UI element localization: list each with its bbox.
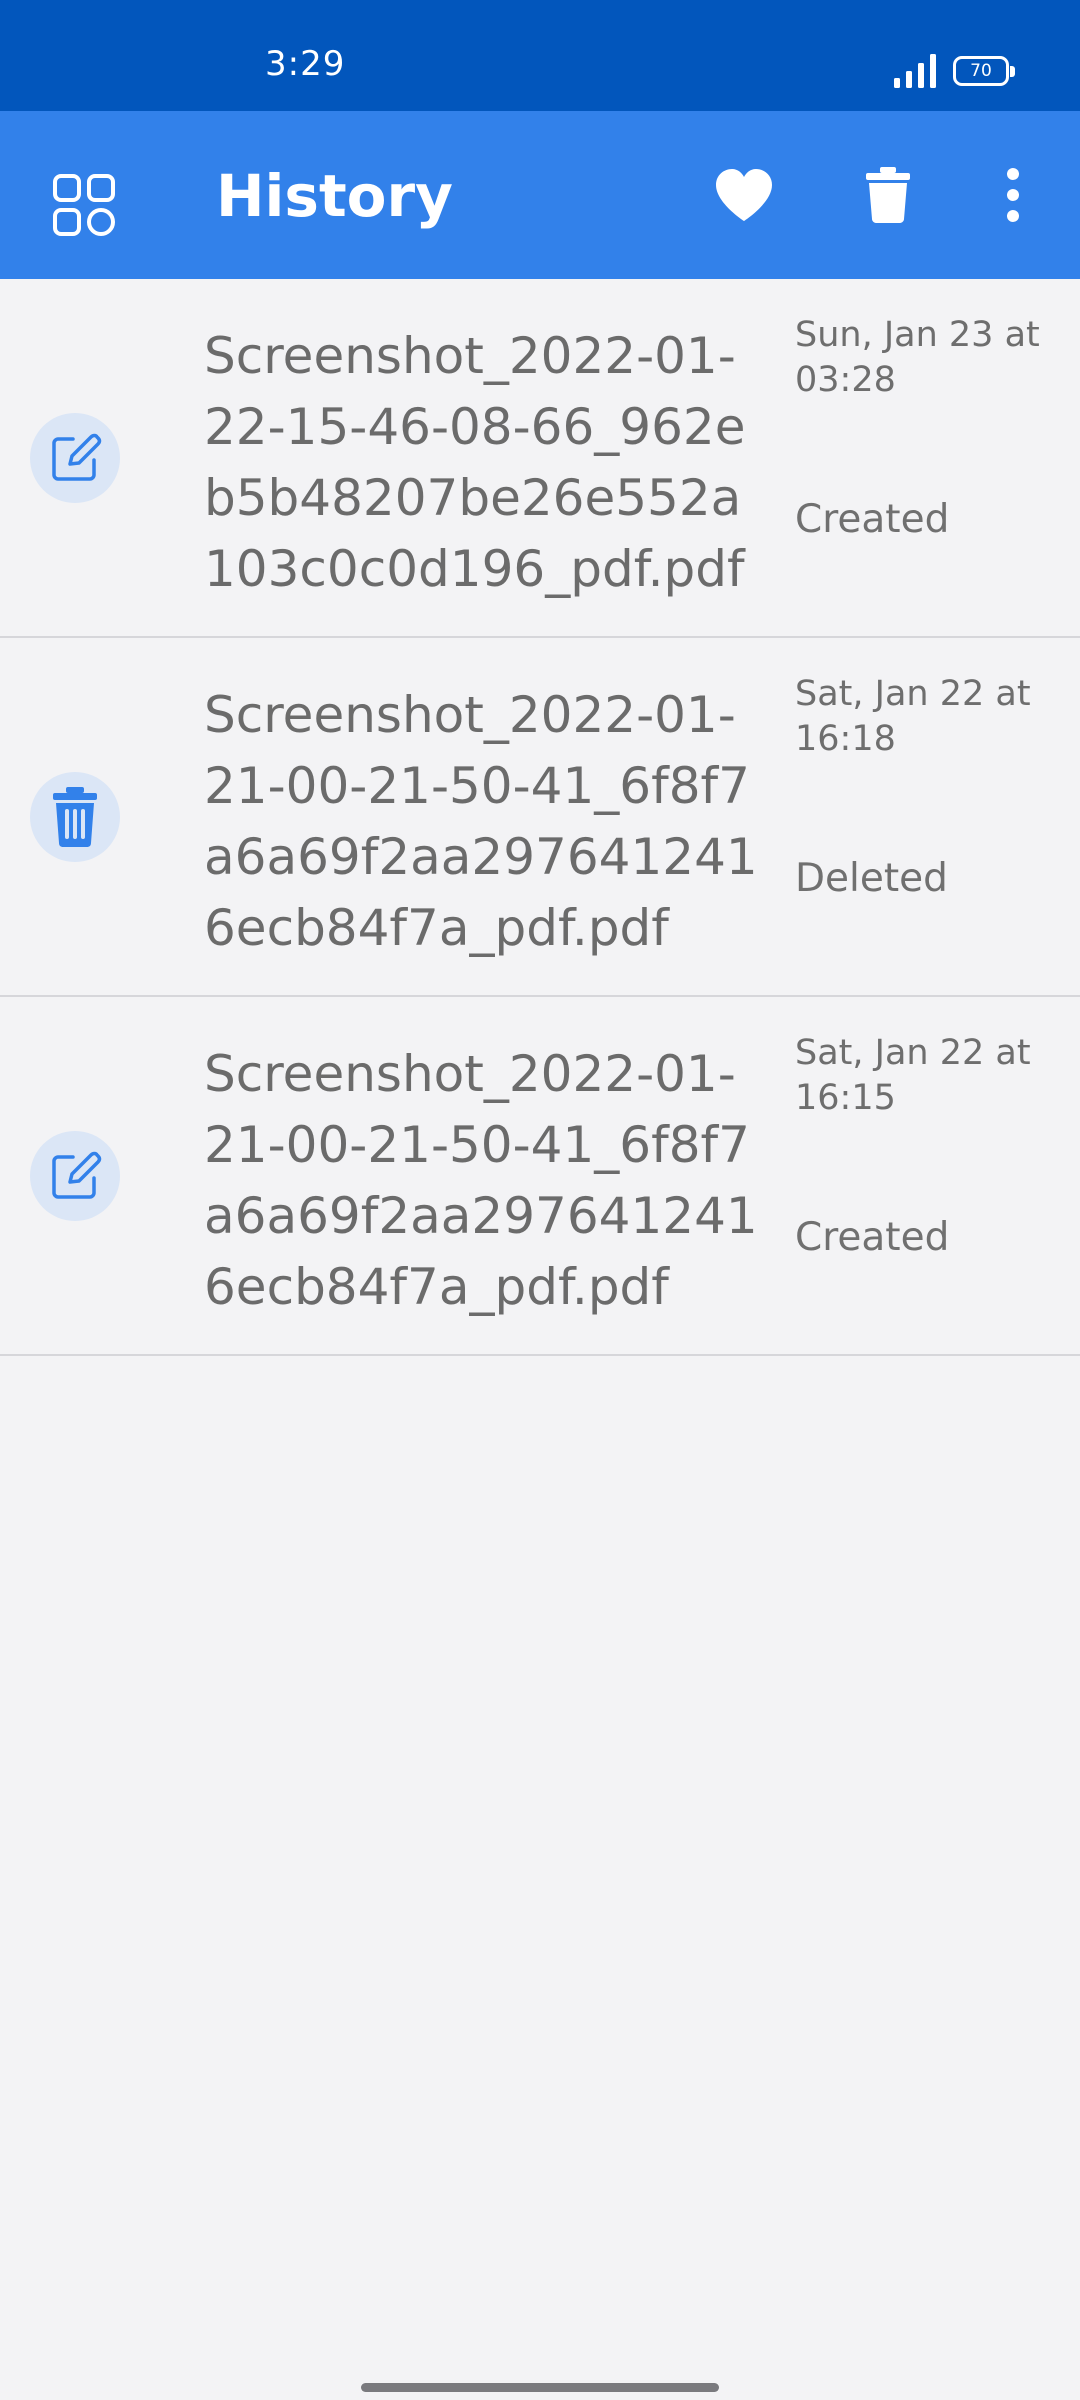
file-name: Screenshot_2022-01-21-00-21-50-41_6f8f7a… <box>204 686 758 957</box>
edit-icon <box>52 1151 102 1199</box>
battery-icon: 70 <box>953 56 1015 86</box>
more-options-button[interactable] <box>968 141 1058 249</box>
timestamp: Sat, Jan 22 at 16:15 <box>795 1033 1031 1118</box>
more-vert-icon <box>1007 168 1019 222</box>
edit-icon <box>52 433 102 481</box>
home-indicator[interactable] <box>361 2383 719 2392</box>
history-row[interactable]: Screenshot_2022-01-21-00-21-50-41_6f8f7a… <box>0 997 1080 1356</box>
timestamp: Sat, Jan 22 at 16:18 <box>795 674 1031 759</box>
history-row[interactable]: Screenshot_2022-01-21-00-21-50-41_6f8f7a… <box>0 638 1080 997</box>
favorites-button[interactable] <box>690 141 798 249</box>
action-label: Deleted <box>795 856 948 901</box>
created-badge <box>30 413 120 503</box>
status-time: 3:29 <box>265 44 346 84</box>
history-row[interactable]: Screenshot_2022-01-22-15-46-08-66_962eb5… <box>0 279 1080 638</box>
deleted-badge <box>30 772 120 862</box>
heart-icon <box>716 169 772 221</box>
app-bar: History <box>0 111 1080 279</box>
file-name: Screenshot_2022-01-21-00-21-50-41_6f8f7a… <box>204 1045 758 1316</box>
battery-level: 70 <box>970 61 992 81</box>
created-badge <box>30 1131 120 1221</box>
delete-history-button[interactable] <box>834 141 942 249</box>
status-bar: 3:29 70 <box>0 0 1080 111</box>
history-list: Screenshot_2022-01-22-15-46-08-66_962eb5… <box>0 279 1080 1356</box>
file-name: Screenshot_2022-01-22-15-46-08-66_962eb5… <box>204 327 746 598</box>
trash-icon <box>866 167 910 223</box>
action-label: Created <box>795 497 950 542</box>
timestamp: Sun, Jan 23 at 03:28 <box>795 315 1040 400</box>
action-label: Created <box>795 1215 950 1260</box>
grid-icon <box>53 174 115 236</box>
page-title: History <box>216 162 453 230</box>
trash-icon <box>53 787 97 847</box>
menu-button[interactable] <box>30 151 138 259</box>
signal-bars-icon <box>894 54 936 88</box>
